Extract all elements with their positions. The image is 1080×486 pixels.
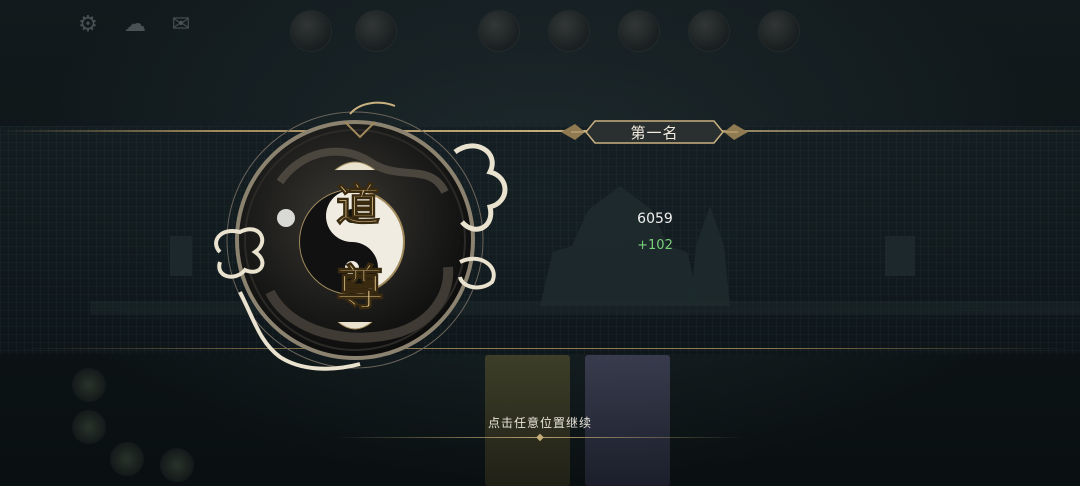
badge-icon (110, 442, 144, 476)
score-delta: +102 (637, 238, 673, 253)
emblem-character-2: 尊 (336, 260, 384, 316)
result-banner (0, 126, 1080, 354)
rank-plaque: 第一名 (557, 118, 752, 146)
badge-icon (160, 448, 194, 482)
avatar (758, 10, 800, 52)
rank-emblem: 道 尊 (200, 92, 520, 382)
avatar (355, 10, 397, 52)
banner-bottom-border (20, 348, 1070, 349)
avatar (548, 10, 590, 52)
avatar (290, 10, 332, 52)
continue-hint[interactable]: 点击任意位置继续 (340, 414, 740, 431)
badge-icon (72, 368, 106, 402)
score-value: 6059 (637, 211, 673, 227)
avatar (478, 10, 520, 52)
avatar (688, 10, 730, 52)
badge-icon (72, 410, 106, 444)
emblem-character-1: 道 (336, 180, 380, 231)
rank-label: 第一名 (630, 124, 679, 142)
banner-top-border (0, 130, 1080, 132)
ornament-icon: ◆ (536, 432, 544, 443)
avatar (618, 10, 660, 52)
